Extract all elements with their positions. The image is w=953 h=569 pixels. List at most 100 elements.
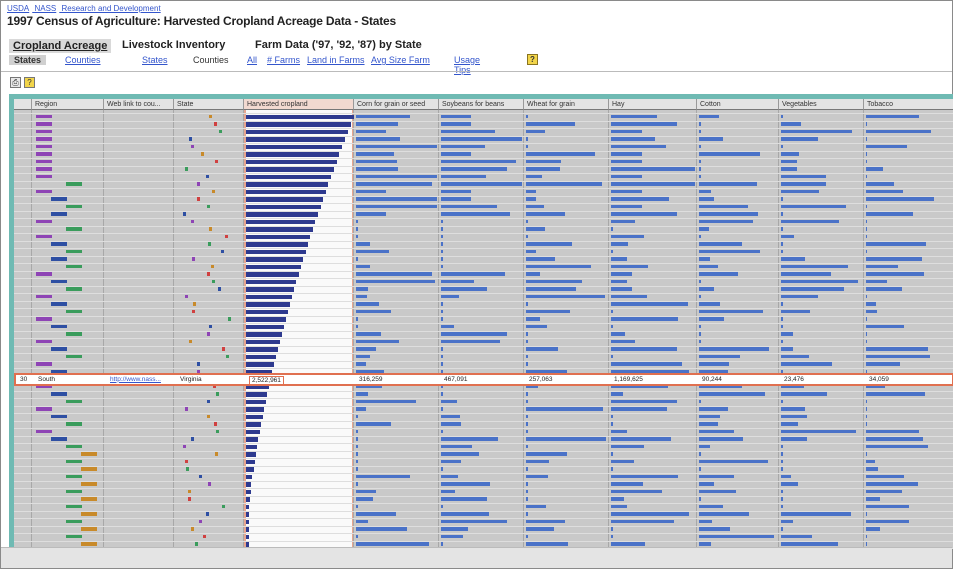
crop-bar (611, 114, 657, 118)
crop-bar (866, 279, 888, 283)
crop-bar (781, 542, 839, 546)
crop-bar (611, 482, 643, 486)
crop-bar (699, 324, 701, 328)
column-header[interactable]: Hay (609, 99, 697, 110)
crop-bar (526, 279, 582, 283)
link-num-farms[interactable]: # Farms (267, 55, 300, 65)
row-divider (14, 413, 953, 414)
help-icon[interactable]: ? (527, 54, 538, 65)
cell-web-link[interactable]: http://www.nass... (110, 376, 161, 383)
breadcrumb-research[interactable]: Research and Development (62, 4, 161, 13)
print-icon[interactable]: ⎙ (10, 77, 21, 88)
region-bar (36, 362, 52, 366)
link-avg-size-farm[interactable]: Avg Size Farm (371, 55, 430, 65)
breadcrumb-nass[interactable]: NASS (34, 4, 56, 13)
subtab-crop-counties[interactable]: Counties (65, 55, 101, 65)
crop-bar (699, 512, 749, 516)
crop-bar (781, 527, 783, 531)
column-header[interactable]: Region (32, 99, 104, 110)
region-bar (51, 324, 67, 328)
crop-bar (699, 407, 729, 411)
crop-bar (441, 144, 486, 148)
selected-row[interactable]: 30 South http://www.nass... Virginia 2,522,9… (14, 372, 953, 386)
crop-bar (526, 219, 528, 223)
subtab-crop-states[interactable]: States (9, 55, 47, 65)
tab-farm-data[interactable]: Farm Data ('97, '92, '87) by State (255, 39, 422, 51)
tab-livestock-inventory[interactable]: Livestock Inventory (122, 39, 225, 51)
crop-bar (356, 444, 358, 448)
row-divider (14, 323, 953, 324)
row-number-header[interactable] (14, 99, 32, 110)
help-small-icon[interactable]: ? (24, 77, 35, 88)
crop-bar (441, 482, 491, 486)
crop-bar (866, 437, 924, 441)
crop-bar (699, 534, 774, 538)
crop-bar (781, 489, 783, 493)
crop-bar (356, 272, 432, 276)
column-header[interactable]: Cotton (697, 99, 779, 110)
crop-bar (699, 542, 712, 546)
crop-bar (526, 527, 555, 531)
harvested-bar (246, 504, 249, 509)
crop-bar (781, 504, 783, 508)
crop-bar (441, 189, 471, 193)
crop-bar (699, 399, 701, 403)
toolbar: ⎙ ? (10, 77, 35, 88)
crop-bar (866, 452, 868, 456)
crop-bar (699, 227, 709, 231)
column-header[interactable]: Corn for grain or seed (354, 99, 439, 110)
harvested-bar (246, 219, 316, 224)
crop-bar (526, 459, 549, 463)
crop-bar (526, 392, 528, 396)
crop-bar (781, 152, 799, 156)
harvested-bar (246, 459, 255, 464)
column-divider (103, 110, 104, 549)
crop-bar (866, 287, 902, 291)
crop-bar (866, 174, 868, 178)
crop-bar (781, 347, 793, 351)
crop-bar (441, 392, 443, 396)
column-header[interactable]: Wheat for grain (524, 99, 609, 110)
crop-bar (611, 474, 678, 478)
crop-bar (611, 257, 628, 261)
column-header[interactable]: Web link to cou... (104, 99, 174, 110)
harvested-bar (246, 212, 318, 217)
subtab-livestock-counties[interactable]: Counties (193, 55, 229, 65)
column-header[interactable]: Soybeans for beans (439, 99, 524, 110)
link-all[interactable]: All (247, 55, 257, 65)
row-divider (14, 345, 953, 347)
crop-bar (866, 204, 868, 208)
column-header[interactable]: Tobacco (864, 99, 953, 110)
harvested-bar (246, 114, 354, 119)
link-land-in-farms[interactable]: Land in Farms (307, 55, 365, 65)
crop-bar (526, 174, 542, 178)
harvested-bar (246, 249, 306, 254)
data-grid-frame: Region Web link to cou... State Harvested c… (9, 94, 953, 549)
breadcrumb-usda[interactable]: USDA (7, 4, 29, 13)
cell-hay: 1,169,625 (614, 375, 643, 383)
crop-bar (699, 152, 760, 156)
crop-bar (526, 504, 546, 508)
link-usage-tips[interactable]: Usage Tips (454, 55, 489, 75)
crop-bar (356, 474, 411, 478)
crop-bar (781, 332, 794, 336)
column-header[interactable]: State (174, 99, 244, 110)
region-bar (36, 339, 52, 343)
crop-bar (611, 332, 625, 336)
column-header[interactable]: Vegetables (779, 99, 864, 110)
crop-bar (781, 459, 783, 463)
tab-cropland-acreage[interactable]: Cropland Acreage (9, 39, 112, 53)
crop-bar (866, 527, 880, 531)
crop-bar (611, 392, 623, 396)
crop-bar (866, 482, 918, 486)
crop-bar (441, 129, 495, 133)
crop-bar (356, 482, 358, 486)
region-bar (81, 512, 97, 516)
state-marker (222, 347, 226, 351)
crop-bar (699, 287, 715, 291)
region-bar (51, 414, 67, 418)
column-header[interactable]: Harvested cropland (244, 99, 354, 110)
region-bar (36, 129, 52, 133)
subtab-livestock-states[interactable]: States (142, 55, 168, 65)
crop-bar (866, 219, 868, 223)
